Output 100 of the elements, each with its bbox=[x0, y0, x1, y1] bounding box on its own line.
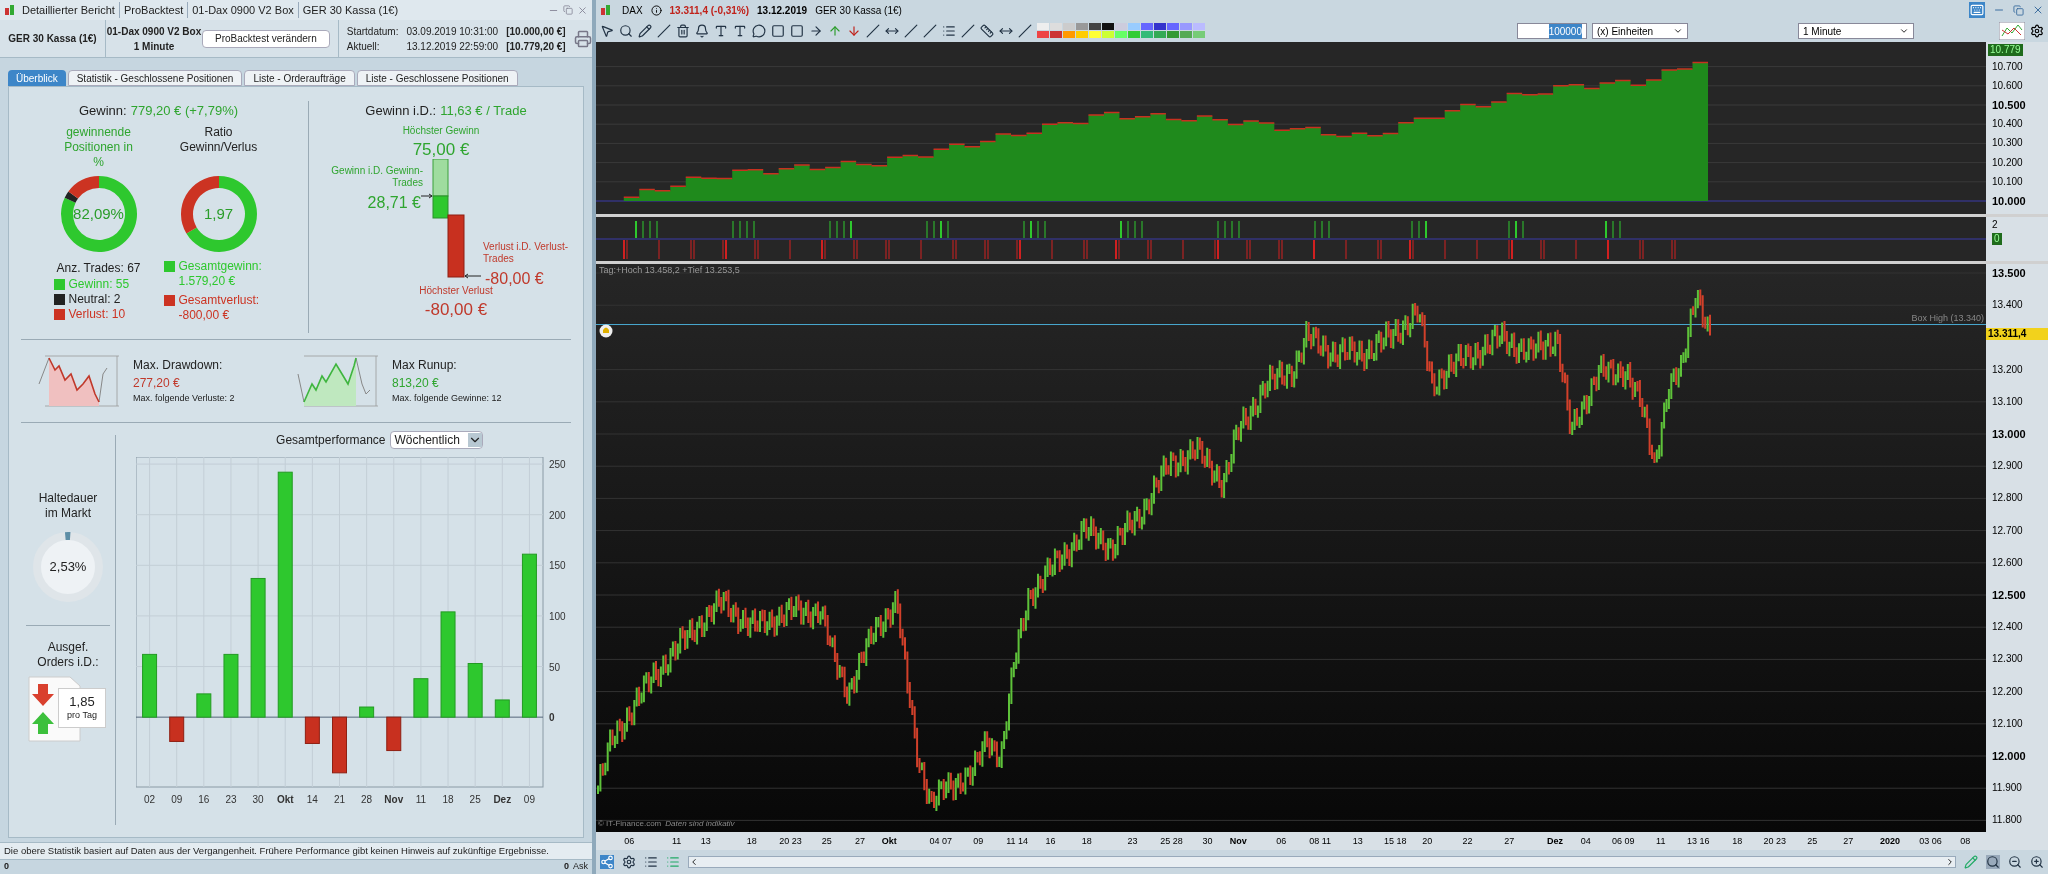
trade-count: Anz. Trades: 67 bbox=[56, 259, 141, 277]
disclaimer-text: Die obere Statistik basiert auf Daten aus der Vergangenheit. Frühere Performance gibt keinen Hinweis auf zukünftige Ergebnisse. bbox=[4, 843, 549, 858]
axis-tick-label: 10.300 bbox=[1992, 137, 2023, 150]
avg-gain-value: 28,71 € bbox=[366, 192, 421, 213]
date-axis-label: 18 bbox=[746, 835, 757, 848]
report-tab[interactable]: Überblick bbox=[8, 70, 66, 86]
orders-title: Ausgef. Orders i.D.: bbox=[36, 640, 100, 670]
instrument-name: GER 30 Kassa (1€) bbox=[0, 20, 106, 57]
orders-unit: pro Tag bbox=[67, 708, 97, 722]
axis-category-label: 14 bbox=[306, 794, 318, 805]
axis-tick-label: 12.600 bbox=[1992, 556, 2023, 569]
max-loss-label: Höchster Verlust bbox=[418, 284, 493, 298]
axis-tick-label: 13.400 bbox=[1992, 299, 2023, 312]
drawdown-note: Max. folgende Verluste: 2 bbox=[133, 392, 235, 406]
change-backtest-button[interactable]: ProBacktest verändern bbox=[202, 29, 330, 48]
axis-tick-label: 250 bbox=[549, 459, 566, 471]
legend-label: Verlust: 10 bbox=[68, 306, 126, 322]
report-tab[interactable]: Statistik - Geschlossene Positionen bbox=[67, 70, 243, 86]
axis-tick-label: 10.000 bbox=[1992, 195, 2026, 207]
date-axis-label: 13 bbox=[1352, 835, 1363, 848]
date-axis-label: 06 09 bbox=[1611, 835, 1635, 848]
axis-category-label: 18 bbox=[442, 794, 454, 805]
axis-category-label: Dez bbox=[493, 794, 512, 805]
date-axis-label: 2020 bbox=[1880, 835, 1901, 848]
axis-tick-label: 12.300 bbox=[1992, 653, 2023, 666]
orders-value: 1,85 bbox=[69, 693, 95, 709]
unit-dropdown[interactable]: (x) Einheiten bbox=[1592, 23, 1688, 39]
profit-label: Gewinn: bbox=[79, 102, 127, 120]
disclaimer-text: Daten sind indikativ bbox=[665, 818, 735, 830]
legend-label: Neutral: 2 bbox=[68, 291, 121, 307]
total-label: Gesamtverlust: bbox=[178, 292, 260, 308]
donut-title: Ratio Gewinn/Verlus bbox=[178, 124, 259, 156]
date-axis-label: 18 bbox=[1081, 835, 1092, 848]
axis-tick-label: 12.400 bbox=[1992, 621, 2023, 634]
drawdown-value: 277,20 € bbox=[133, 375, 181, 393]
avg-gain-label: Gewinn i.D. Gewinn-Trades bbox=[330, 164, 423, 189]
date-axis-label: 15 18 bbox=[1384, 835, 1407, 848]
date-axis-label: 03 06 bbox=[1919, 835, 1942, 848]
axis-category-label: 30 bbox=[252, 794, 264, 805]
date-axis-label: 06 bbox=[1276, 835, 1287, 848]
symbol-label[interactable]: DAX bbox=[622, 2, 643, 18]
axis-category-label: 28 bbox=[361, 794, 373, 805]
report-tab[interactable]: Liste - Orderaufträge bbox=[244, 70, 355, 86]
box-high-label: Box High (13.340) bbox=[1911, 311, 1984, 325]
axis-tick-label: 10.600 bbox=[1992, 79, 2023, 92]
date-axis-label: 30 bbox=[1202, 835, 1213, 848]
chart-instrument: GER 30 Kassa (1€) bbox=[815, 3, 902, 18]
axis-category-label: 02 bbox=[144, 794, 156, 805]
max-gain-label: Höchster Gewinn bbox=[401, 123, 481, 138]
axis-tick-label: 12.000 bbox=[1992, 750, 2026, 762]
date-axis-label: Nov bbox=[1229, 835, 1247, 848]
axis-tick-label: 13.000 bbox=[1992, 428, 2026, 440]
date-axis-label: 27 bbox=[855, 835, 866, 848]
window-title: GER 30 Kassa (1€) bbox=[297, 1, 399, 19]
date-axis-label: 25 28 bbox=[1160, 835, 1183, 848]
axis-tick-label: 12.500 bbox=[1992, 589, 2026, 601]
date-axis-label: 04 07 bbox=[929, 835, 952, 848]
date-axis-label: 20 23 bbox=[779, 835, 802, 848]
avg-profit-label: Gewinn i.D.: bbox=[365, 102, 437, 120]
runup-label: Max Runup: bbox=[392, 357, 458, 375]
avg-profit-value: 11,63 € / Trade bbox=[440, 102, 527, 120]
axis-tick-label: 10.400 bbox=[1992, 118, 2023, 131]
indicator-last-value: 0 bbox=[1992, 233, 2002, 245]
axis-tick-label: 13.100 bbox=[1992, 395, 2023, 408]
performance-title: Gesamtperformance bbox=[276, 432, 386, 449]
holding-value: 2,53% bbox=[48, 558, 88, 577]
last-price-value: 13.311,4 bbox=[1986, 327, 2048, 340]
date-axis-label: 04 bbox=[1580, 835, 1591, 848]
ask-label: Ask bbox=[573, 860, 588, 874]
axis-tick-label: 10.500 bbox=[1992, 99, 2026, 111]
system-name: 01-Dax 0900 V2 Box bbox=[106, 24, 202, 39]
axis-category-label: 09 bbox=[523, 794, 535, 805]
start-date: 03.09.2019 10:31:00 bbox=[406, 24, 499, 39]
window-title: 01-Dax 0900 V2 Box bbox=[187, 1, 294, 19]
axis-tick-label: 2 bbox=[1992, 218, 1998, 232]
legend-label: Gewinn: 55 bbox=[68, 276, 130, 292]
axis-tick-label: 100 bbox=[549, 610, 566, 622]
current-label: Aktuell: bbox=[346, 39, 381, 54]
axis-tick-label: 12.200 bbox=[1992, 685, 2023, 698]
period-dropdown[interactable]: Wöchentlich bbox=[389, 431, 483, 449]
date-axis-label: 25 bbox=[821, 835, 832, 848]
total-value: 1.579,20 € bbox=[178, 273, 237, 289]
avg-loss-label: Verlust i.D. Verlust-Trades bbox=[483, 240, 570, 265]
date-axis-label: 09 bbox=[973, 835, 984, 848]
runup-value: 813,20 € bbox=[392, 375, 440, 393]
timeframe-dropdown[interactable]: 1 Minute bbox=[1798, 23, 1914, 39]
axis-tick-label: 50 bbox=[549, 661, 561, 673]
date-axis-label: 08 bbox=[1960, 835, 1971, 848]
current-capital: [10.779,20 €] bbox=[506, 39, 566, 54]
profit-value: 779,20 € (+7,79%) bbox=[130, 102, 238, 120]
report-tab[interactable]: Liste - Geschlossene Positionen bbox=[356, 70, 518, 86]
max-loss-value: -80,00 € bbox=[423, 298, 489, 321]
start-capital: [10.000,00 €] bbox=[506, 24, 566, 39]
date-axis-label: 06 bbox=[624, 835, 635, 848]
quantity-field[interactable]: 100000 bbox=[1517, 23, 1587, 39]
donut-value: 82,09% bbox=[73, 204, 124, 223]
axis-tick-label: 12.900 bbox=[1992, 460, 2023, 473]
axis-tick-label: 13.500 bbox=[1992, 267, 2026, 279]
axis-tick-label: 11.800 bbox=[1992, 814, 2022, 827]
date-axis-label: 11 bbox=[671, 835, 682, 848]
